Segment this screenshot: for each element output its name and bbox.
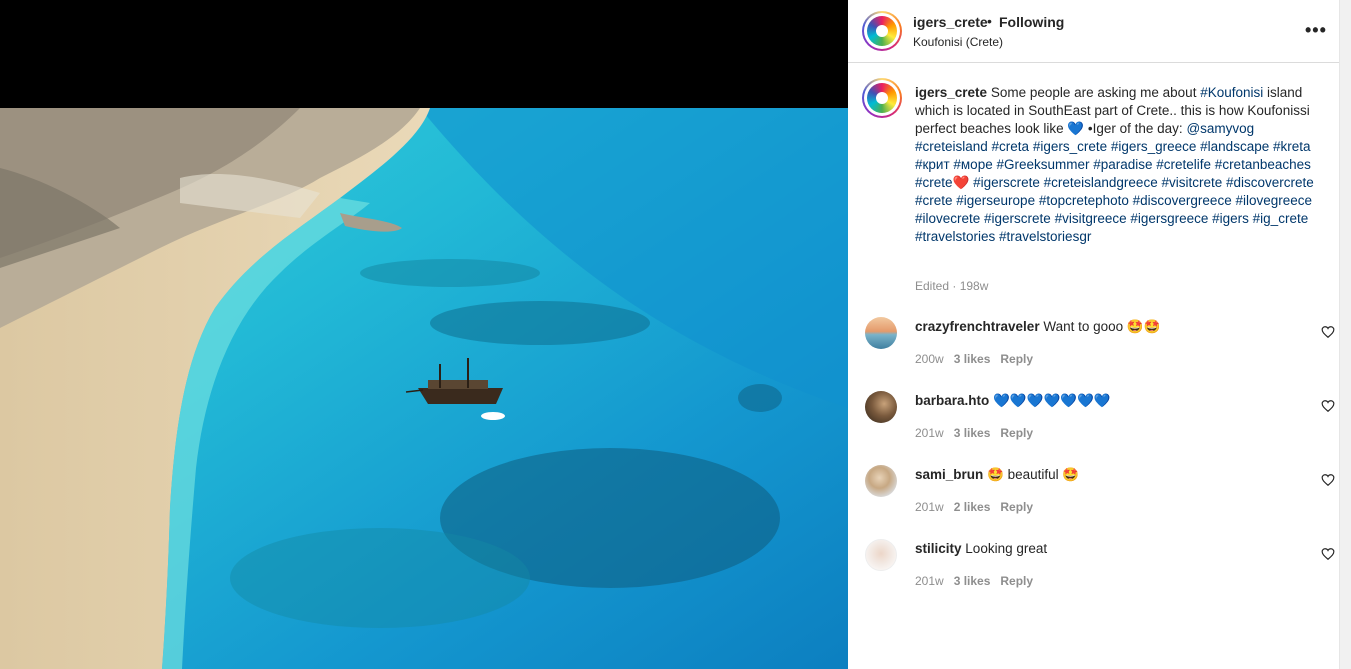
comment-text: 💙💙💙💙💙💙💙 <box>993 393 1111 408</box>
heart-outline-icon[interactable] <box>1321 473 1335 487</box>
heart-outline-icon[interactable] <box>1321 399 1335 413</box>
reply-button[interactable]: Reply <box>1000 574 1033 588</box>
panel-scrollbar[interactable] <box>1339 0 1351 669</box>
comment-username[interactable]: sami_brun <box>915 467 983 482</box>
comment-item: sami_brun 🤩 beautiful 🤩 201w 2 likes Reply <box>865 465 1335 525</box>
reply-button[interactable]: Reply <box>1000 426 1033 440</box>
heart-outline-icon[interactable] <box>1321 325 1335 339</box>
instagram-post-modal: igers_crete • Following Koufonisi (Crete… <box>0 0 1351 669</box>
caption-author-avatar[interactable] <box>862 78 902 118</box>
caption-text-1: Some people are asking me about <box>987 85 1201 100</box>
comment-age: 200w <box>915 352 944 366</box>
comment-username[interactable]: crazyfrenchtraveler <box>915 319 1040 334</box>
heart-outline-icon[interactable] <box>1321 547 1335 561</box>
comment-username[interactable]: stilicity <box>915 541 962 556</box>
comment-age: 201w <box>915 426 944 440</box>
comment-likes[interactable]: 3 likes <box>954 574 991 588</box>
igers-logo-icon <box>867 83 897 113</box>
comment-username[interactable]: barbara.hto <box>915 393 989 408</box>
beach-photo-illustration <box>0 108 848 669</box>
comment-likes[interactable]: 2 likes <box>954 500 991 514</box>
comment-age: 201w <box>915 574 944 588</box>
commenter-avatar[interactable] <box>865 317 897 349</box>
commenter-avatar[interactable] <box>865 465 897 497</box>
post-side-panel: igers_crete • Following Koufonisi (Crete… <box>848 0 1351 669</box>
comment-age: 201w <box>915 500 944 514</box>
mention-samyvog[interactable]: @samyvog <box>1186 121 1254 136</box>
comment-text: 🤩 beautiful 🤩 <box>987 467 1080 482</box>
separator-dot: • <box>987 13 992 29</box>
reply-button[interactable]: Reply <box>1000 352 1033 366</box>
post-header: igers_crete • Following Koufonisi (Crete… <box>848 0 1339 63</box>
following-button[interactable]: Following <box>999 14 1064 30</box>
comment-item: barbara.hto 💙💙💙💙💙💙💙 201w 3 likes Reply <box>865 391 1335 451</box>
caption-meta: Edited · 198w <box>915 279 989 293</box>
post-location[interactable]: Koufonisi (Crete) <box>913 35 1003 49</box>
caption-username[interactable]: igers_crete <box>915 85 987 100</box>
commenter-avatar[interactable] <box>865 391 897 423</box>
comment-text: Looking great <box>965 541 1048 556</box>
comment-item: stilicity Looking great 201w 3 likes Reply <box>865 539 1335 599</box>
hashtag-koufonisi[interactable]: #Koufonisi <box>1200 85 1263 100</box>
post-caption: igers_crete Some people are asking me ab… <box>915 84 1325 246</box>
comment-item: crazyfrenchtraveler Want to gooo 🤩🤩 200w… <box>865 317 1335 377</box>
media-letterbox <box>0 0 848 108</box>
igers-logo-icon <box>867 16 897 46</box>
post-media <box>0 0 848 669</box>
more-options-icon[interactable]: ••• <box>1305 20 1327 41</box>
comment-likes[interactable]: 3 likes <box>954 352 991 366</box>
comment-text: Want to gooo 🤩🤩 <box>1043 319 1161 334</box>
author-avatar[interactable] <box>862 11 902 51</box>
post-photo[interactable] <box>0 108 848 669</box>
reply-button[interactable]: Reply <box>1000 500 1033 514</box>
author-username[interactable]: igers_crete <box>913 14 988 30</box>
commenter-avatar[interactable] <box>865 539 897 571</box>
comment-likes[interactable]: 3 likes <box>954 426 991 440</box>
red-heart-emoji: ❤️ <box>952 175 970 190</box>
hashtags-2[interactable]: #igerscrete #creteislandgreece #visitcre… <box>915 175 1314 244</box>
